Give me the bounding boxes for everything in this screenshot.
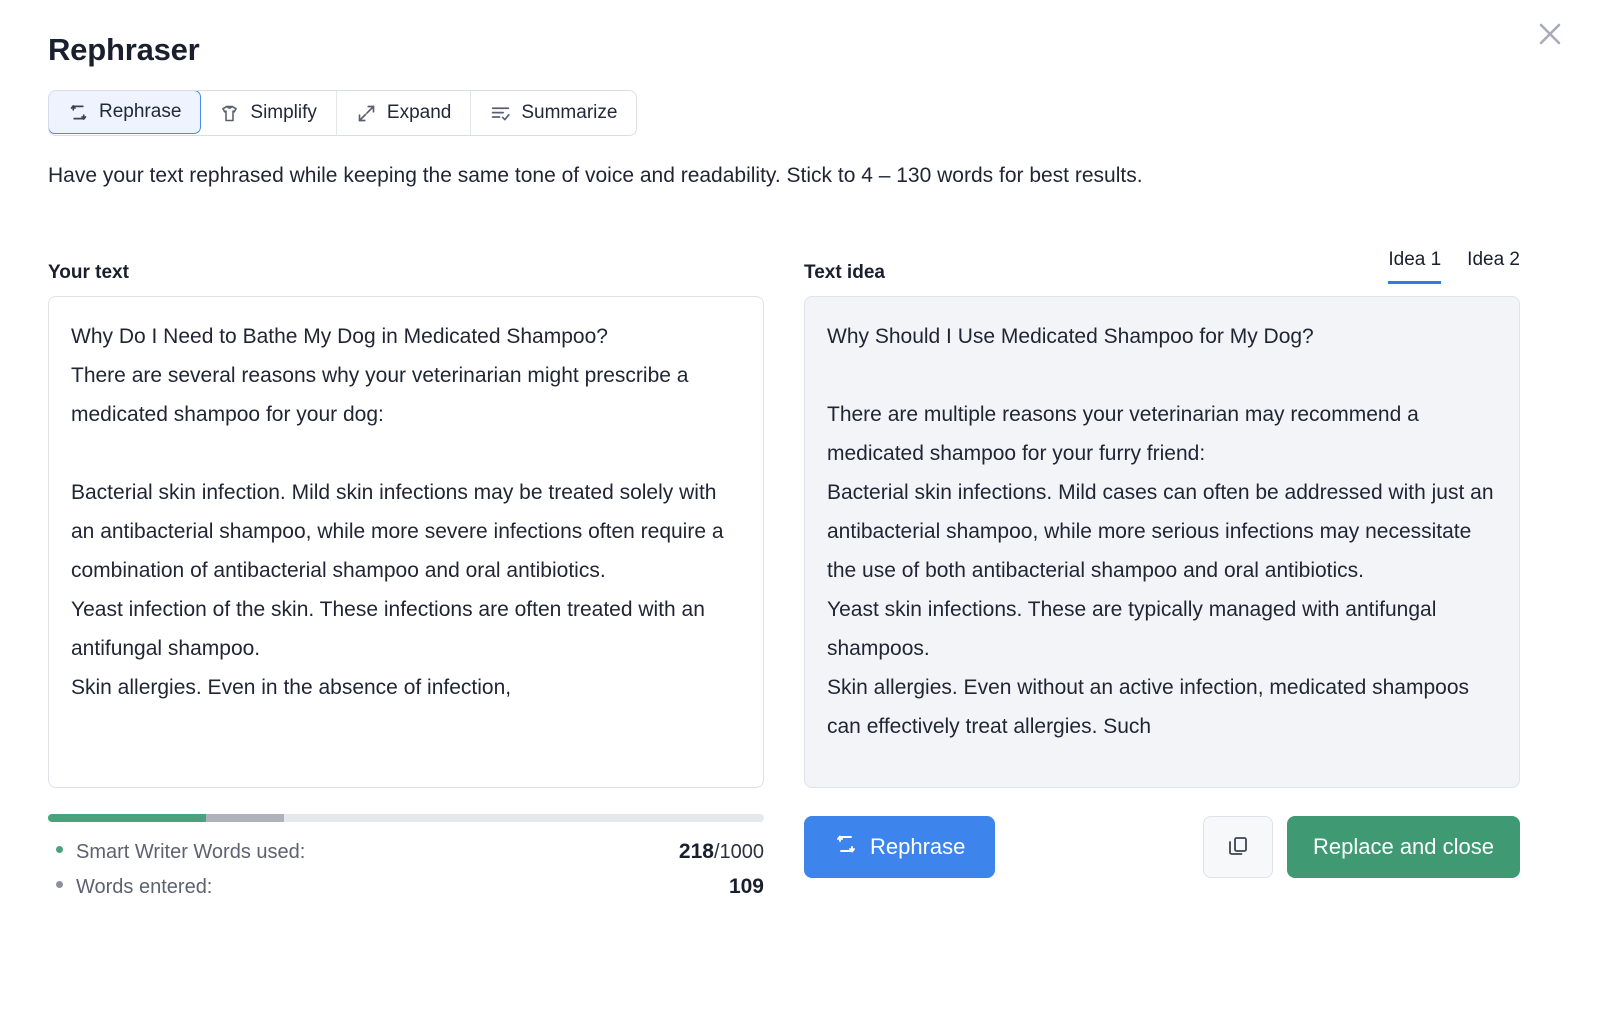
rephrase-button[interactable]: Rephrase <box>804 816 996 878</box>
tab-simplify[interactable]: Simplify <box>200 91 337 135</box>
tab-simplify-label: Simplify <box>250 102 317 123</box>
source-column: Your text Why Do I Need to Bathe My Dog … <box>48 250 764 788</box>
expand-arrows-icon <box>356 103 377 124</box>
replace-button-label: Replace and close <box>1312 834 1494 859</box>
usage-progress-bar <box>48 814 764 822</box>
source-textarea[interactable]: Why Do I Need to Bathe My Dog in Medicat… <box>48 296 764 788</box>
tab-rephrase-label: Rephrase <box>99 101 182 122</box>
tab-expand-label: Expand <box>386 102 452 123</box>
usage-stats: Smart Writer Words used: 218/1000 Words … <box>48 840 764 899</box>
tshirt-icon <box>219 103 240 124</box>
idea-tab-group: Idea 1 Idea 2 <box>1388 249 1520 284</box>
right-action-group: Replace and close <box>1202 816 1520 878</box>
rephrase-icon <box>68 102 89 123</box>
idea-header: Text idea Idea 1 Idea 2 <box>804 249 1520 284</box>
action-bar: Rephrase Replace and close <box>804 814 1520 910</box>
stat-label-words-used: Smart Writer Words used: <box>76 841 306 863</box>
footer: Smart Writer Words used: 218/1000 Words … <box>48 814 1552 910</box>
tab-idea-2[interactable]: Idea 2 <box>1467 249 1520 284</box>
stat-row-words-used: Smart Writer Words used: 218/1000 <box>48 840 764 864</box>
rephraser-dialog: Rephraser Rephrase Simplify Expand Summa… <box>0 0 1600 1024</box>
idea-textarea[interactable]: Why Should I Use Medicated Shampoo for M… <box>804 296 1520 788</box>
editor-columns: Your text Why Do I Need to Bathe My Dog … <box>48 249 1552 788</box>
rephrase-button-label: Rephrase <box>870 834 966 859</box>
copy-icon <box>1226 834 1250 861</box>
progress-green-segment <box>48 814 206 822</box>
stat-value-main: 218 <box>678 840 714 863</box>
rephrase-icon <box>834 832 858 862</box>
stat-value-words-entered: 109 <box>729 875 764 899</box>
copy-button[interactable] <box>1202 816 1273 878</box>
idea-label: Text idea <box>804 262 885 283</box>
stat-label-words-entered: Words entered: <box>76 876 213 898</box>
stat-value-words-used: 218/1000 <box>679 840 764 864</box>
replace-and-close-button[interactable]: Replace and close <box>1286 816 1520 878</box>
tab-expand[interactable]: Expand <box>336 91 472 135</box>
stat-value-suffix: /1000 <box>713 841 764 863</box>
mode-tab-group: Rephrase Simplify Expand Summarize <box>48 90 638 136</box>
tab-idea-1[interactable]: Idea 1 <box>1388 249 1442 284</box>
progress-gray-segment <box>205 814 285 822</box>
stat-value-main: 109 <box>728 875 764 898</box>
close-icon <box>1535 19 1565 49</box>
page-title: Rephraser <box>48 32 200 67</box>
tab-summarize-label: Summarize <box>521 102 618 123</box>
summarize-list-check-icon <box>490 103 511 124</box>
bullet-icon <box>56 846 63 853</box>
usage-panel: Smart Writer Words used: 218/1000 Words … <box>48 814 764 910</box>
bullet-icon <box>56 881 63 888</box>
close-button[interactable] <box>1528 12 1572 56</box>
tab-rephrase[interactable]: Rephrase <box>49 91 202 134</box>
source-label: Your text <box>48 262 129 283</box>
stat-row-words-entered: Words entered: 109 <box>48 875 764 899</box>
tab-summarize[interactable]: Summarize <box>471 91 637 135</box>
idea-column: Text idea Idea 1 Idea 2 Why Should I Use… <box>804 249 1520 788</box>
description-text: Have your text rephrased while keeping t… <box>48 164 1143 187</box>
source-header: Your text <box>48 250 764 284</box>
